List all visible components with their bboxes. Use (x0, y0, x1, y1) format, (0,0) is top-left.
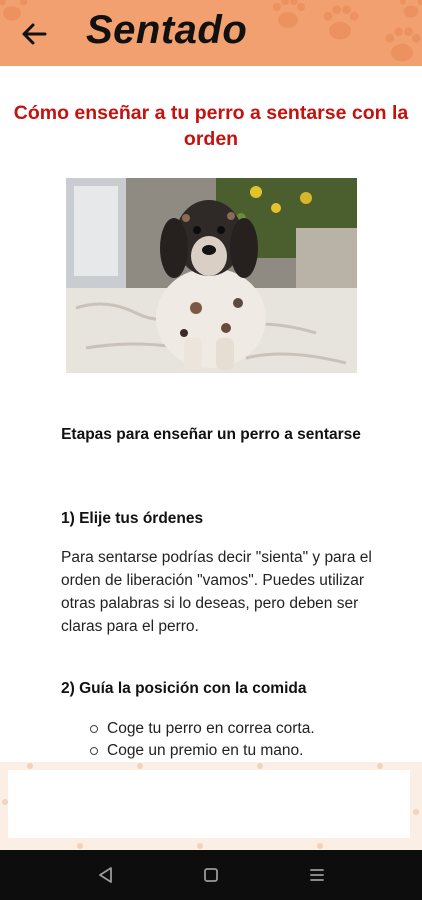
back-button[interactable] (14, 14, 54, 54)
step-text: Para sentarse podrías decir "sienta" y p… (61, 549, 372, 635)
dog-photo (66, 178, 357, 373)
arrow-left-icon (22, 23, 47, 45)
section-heading: Etapas para enseñar un perro a sentarse (61, 426, 361, 443)
nav-home-button[interactable] (200, 864, 222, 886)
step-title: 2) Guía la posición con la comida (61, 680, 307, 697)
paw-icon (385, 27, 421, 62)
app-header: Sentado (0, 0, 422, 66)
list-item: Coge un premio en tu mano. (90, 740, 315, 762)
page-title: Sentado (86, 8, 248, 52)
article-content[interactable]: Cómo enseñar a tu perro a sentarse con l… (0, 66, 422, 762)
step-title: 1) Elije tus órdenes (61, 510, 204, 527)
paw-icon (399, 0, 422, 18)
paw-icon (323, 5, 359, 40)
paw-icon (273, 0, 305, 28)
triangle-back-icon (99, 867, 112, 883)
square-home-icon (204, 868, 218, 882)
list-item: Coge tu perro en correa corta. (90, 718, 315, 740)
step-bullet-list: Coge tu perro en correa corta. Coge un p… (90, 718, 315, 762)
system-nav-bar (0, 850, 422, 900)
ad-banner-area (0, 762, 422, 850)
article-title: Cómo enseñar a tu perro a sentarse con l… (13, 102, 409, 150)
nav-menu-button[interactable] (306, 864, 328, 886)
nav-back-button[interactable] (94, 864, 116, 886)
menu-icon (310, 869, 324, 881)
ad-box[interactable] (8, 770, 410, 838)
